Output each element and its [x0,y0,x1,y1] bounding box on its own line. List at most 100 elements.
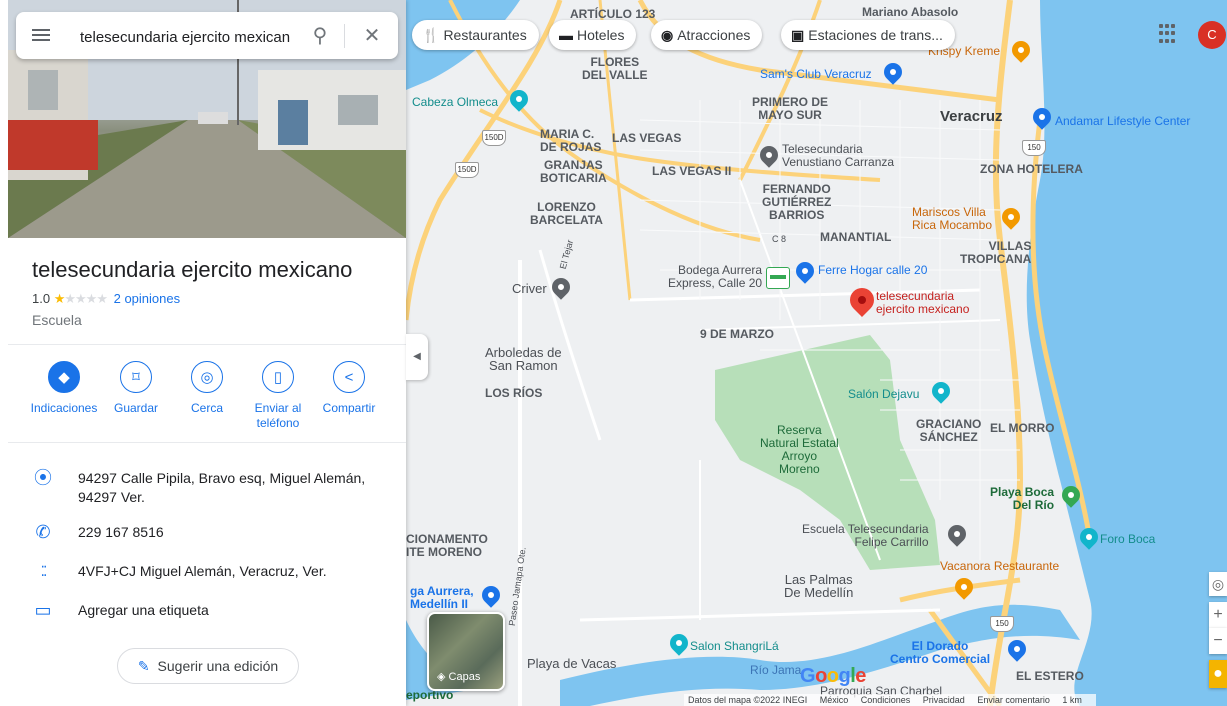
place-category[interactable]: Escuela [32,312,82,328]
pencil-icon: ✎ [137,658,150,674]
chevron-left-icon: ◀ [413,351,421,362]
send-to-phone-icon: ▯ [262,361,294,393]
plus-code-icon: ⁚⁚ [40,563,48,579]
highway-shield-icon: 150 [1022,140,1046,156]
map-label-playavacas: Playa de Vacas [527,656,617,671]
street-view-pegman-icon[interactable]: ● [1209,660,1227,688]
map-label-granjas: GRANJAS BOTICARIA [540,158,607,185]
map-label-dejavu: Salón Dejavu [848,387,920,401]
map-label-aurrera: ga Aurrera, Medellín II [410,584,474,611]
plus-code-row[interactable]: ⁚⁚ 4VFJ+CJ Miguel Alemán, Veracruz, Ver. [32,562,382,582]
map-label-tele-vc: Telesecundaria Venustiano Carranza [782,142,895,169]
map-label-mariscos: Mariscos Villa Rica Mocambo [912,205,993,232]
nearby-icon: ◎ [191,361,223,393]
map-label-manantial: MANANTIAL [820,230,892,244]
map-label-zona: ZONA HOTELERA [980,162,1083,176]
bed-icon: ▬ [559,27,573,43]
search-icon[interactable]: ⚲ [308,24,332,48]
map-label-fernando: FERNANDO GUTIÉRREZ BARRIOS [762,182,832,222]
layers-icon: ◈ [437,671,449,683]
map-label-vegas: LAS VEGAS [612,131,682,145]
bus-icon: ▣ [791,27,805,43]
divider [8,442,406,443]
chip-transit[interactable]: ▣ Estaciones de trans... [781,20,955,50]
label-tag-icon: ▭ [34,600,52,620]
menu-icon[interactable] [32,26,50,44]
plus-icon: + [1213,606,1223,623]
zoom-in-button[interactable]: + [1209,602,1227,628]
send-to-phone-button[interactable]: ▯ Enviar al teléfono [243,361,313,431]
footer-feedback[interactable]: Enviar comentario [977,695,1050,705]
divider [8,344,406,345]
map-label-marzo: 9 DE MARZO [700,327,775,341]
share-icon: < [333,361,365,393]
map-label-cabeza: Cabeza Olmeca [412,95,499,109]
my-location-button[interactable]: ◎ [1209,572,1227,596]
apps-grid-icon[interactable] [1159,24,1179,44]
google-logo: Google [800,665,866,687]
footer-country[interactable]: México [820,695,849,705]
map-label-andamar: Andamar Lifestyle Center [1055,114,1191,128]
minus-icon: − [1213,632,1223,649]
camera-icon: ◉ [661,27,674,43]
map-label-estero: EL ESTERO [1016,669,1084,683]
map-label-primero: PRIMERO DE MAYO SUR [752,95,829,122]
map-label-ferre: Ferre Hogar calle 20 [818,263,928,277]
chip-restaurants[interactable]: 🍴 Restaurantes [412,20,539,50]
map-label-flores: FLORES DEL VALLE [582,55,648,82]
bookmark-icon: ⌑ [120,361,152,393]
share-label: Compartir [322,401,376,415]
send-to-phone-label: Enviar al teléfono [254,401,302,430]
map-label-cionamento: CIONAMENTO ITE MORENO [406,532,488,559]
map-label-target[interactable]: telesecundaria ejercito mexicano [876,290,969,316]
map-label-foroboca: Foro Boca [1100,532,1156,546]
nearby-button[interactable]: ◎ Cerca [172,361,242,416]
save-button[interactable]: ⌑ Guardar [101,361,171,416]
fork-knife-icon: 🍴 [422,27,440,43]
chip-hotels[interactable]: ▬ Hoteles [549,20,637,50]
directions-button[interactable]: ◆ Indicaciones [29,361,99,416]
address-row[interactable]: ⦿ 94297 Calle Pipila, Bravo esq, Miguel … [32,469,382,509]
reviews-link[interactable]: 2 opiniones [114,291,181,306]
address-text: 94297 Calle Pipila, Bravo esq, Miguel Al… [78,470,366,505]
place-rating: 1.0 ★★★★★ 2 opiniones [32,291,180,307]
suggest-edit-button[interactable]: ✎ Sugerir una edición [117,648,299,684]
layers-label: ◈ Capas [437,671,481,683]
store-icon[interactable] [766,267,790,289]
map-label-bodega: Bodega Aurrera Express, Calle 20 [668,263,763,290]
map-label-riojama: Río Jama [750,663,802,677]
map-label-abasolo: Mariano Abasolo [862,5,959,19]
directions-icon: ◆ [48,361,80,393]
search-box: ⚲ ✕ [16,12,398,59]
map-label-morro: EL MORRO [990,421,1055,435]
my-location-icon: ◎ [1211,576,1225,592]
map-label-criver: Criver [512,281,547,296]
zoom-out-button[interactable]: − [1209,628,1227,654]
place-panel: ⚲ ✕ telesecundaria ejercito mexicano 1.0… [0,0,406,706]
close-icon[interactable]: ✕ [360,24,384,48]
footer-privacy[interactable]: Privacidad [923,695,965,705]
rating-value: 1.0 [32,291,51,306]
footer-scale[interactable]: 1 km [1062,695,1082,705]
map-label-arboledas: Arboledas de San Ramon [485,345,562,373]
phone-text: 229 167 8516 [78,524,164,540]
map-label-playaboca: Playa Boca Del Río [990,485,1055,512]
search-input[interactable] [78,25,292,49]
share-button[interactable]: < Compartir [314,361,384,416]
footer-terms[interactable]: Condiciones [861,695,911,705]
highway-shield-icon: 150D [455,162,479,178]
phone-row[interactable]: ✆ 229 167 8516 [32,523,382,543]
map-label-palmas: Las Palmas De Medellín [784,572,854,600]
chip-attractions[interactable]: ◉ Atracciones [651,20,763,50]
layers-button[interactable]: ◈ Capas [427,612,505,691]
account-avatar[interactable]: C [1198,21,1226,49]
collapse-panel-button[interactable]: ◀ [406,334,428,380]
map-label-maria: MARIA C. DE ROJAS [540,127,602,154]
map-label-graciano: GRACIANO SÁNCHEZ [916,417,982,444]
footer-attribution: Datos del mapa ©2022 INEGI [688,695,808,705]
map-label-escuela-fc: Escuela Telesecundaria Felipe Carrillo [802,522,929,549]
location-pin-icon: ⦿ [34,468,52,488]
add-label-row[interactable]: ▭ Agregar una etiqueta [32,601,382,621]
place-title: telesecundaria ejercito mexicano [32,257,353,282]
directions-label: Indicaciones [30,401,98,415]
